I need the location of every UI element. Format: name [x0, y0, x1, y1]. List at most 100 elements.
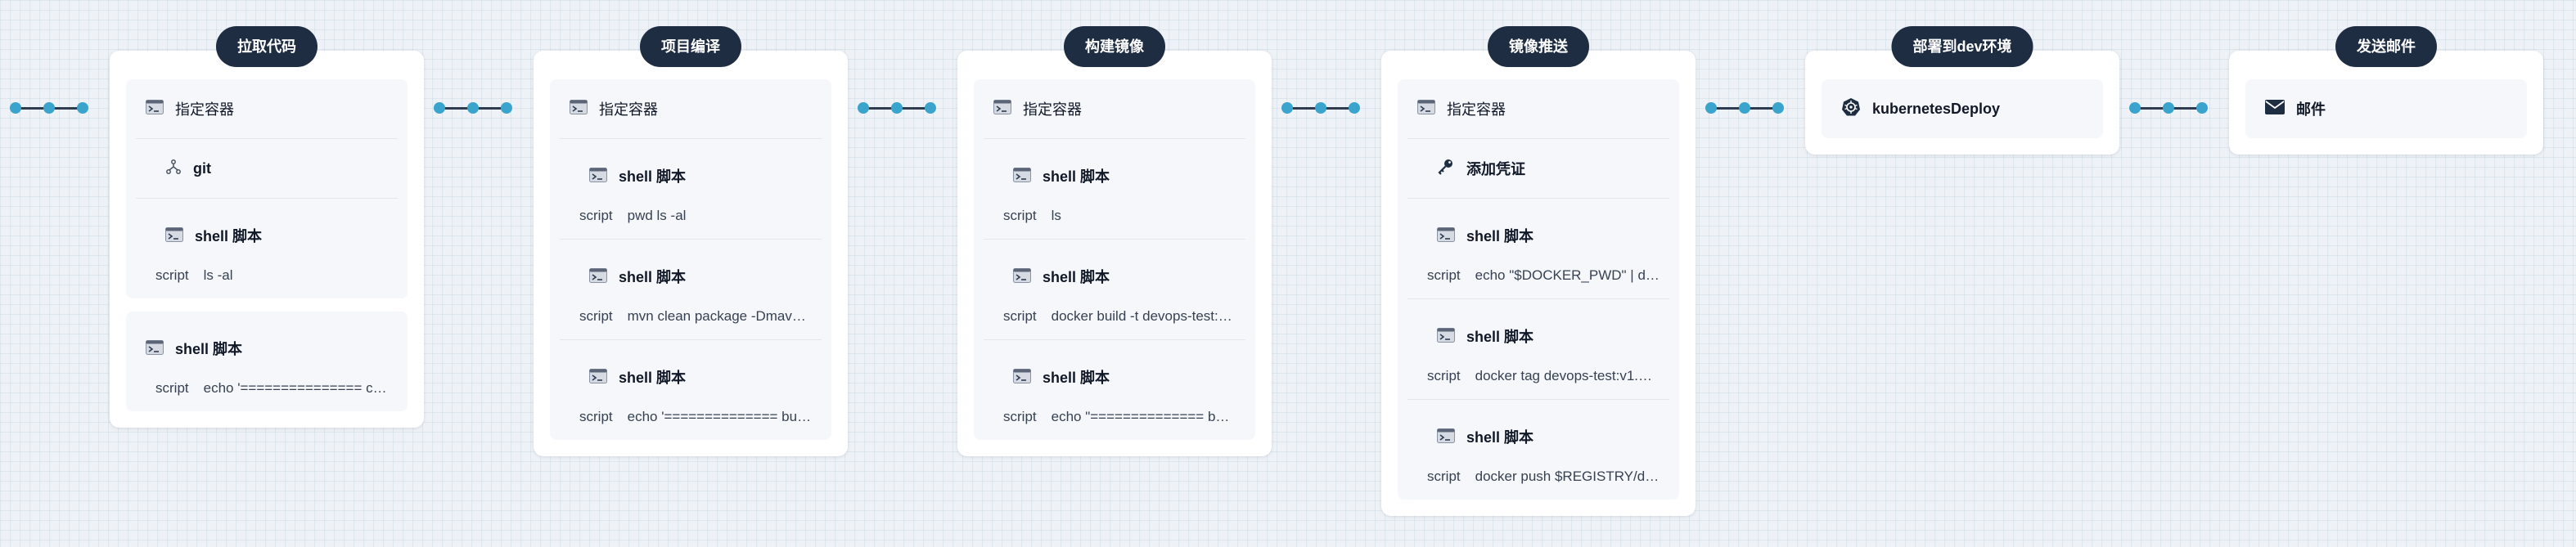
step-group: 指定容器 git shell 脚本 script ls -al — [126, 79, 408, 298]
terminal-icon — [589, 168, 607, 186]
container-step[interactable]: 指定容器 — [560, 79, 822, 138]
pipeline-stage: 发送邮件邮件 — [2229, 26, 2543, 155]
script-row: script mvn clean package -Dmaven.test.ski… — [570, 294, 812, 339]
stage-card: 指定容器 shell 脚本 script ls shell 脚本 script docker… — [957, 51, 1272, 456]
pipeline-stage: 构建镜像 指定容器 shell 脚本 script ls shell 脚本 script do… — [957, 26, 1272, 456]
script-value: docker tag devops-test:v1.0 $REGISTRY — [1475, 368, 1660, 383]
connector-dot — [43, 102, 55, 114]
terminal-icon — [1013, 369, 1031, 388]
stage-connector — [1705, 100, 1784, 116]
script-value: ls -al — [203, 267, 233, 283]
connector-dot — [10, 102, 21, 114]
connector-dot — [501, 102, 512, 114]
stage-title[interactable]: 构建镜像 — [1064, 26, 1165, 67]
step-label: git — [193, 159, 211, 177]
step-label: shell 脚本 — [1466, 329, 1534, 345]
script-key: script — [579, 208, 613, 223]
container-step[interactable]: 指定容器 — [136, 79, 398, 138]
shell-step[interactable]: shell 脚本 script docker tag devops-test:v1.… — [1407, 298, 1669, 399]
step-label: 指定容器 — [175, 101, 234, 118]
script-value: echo '============== build end =========… — [627, 409, 812, 424]
mail-step[interactable]: 邮件 — [2255, 79, 2517, 138]
script-value: ls — [1051, 208, 1061, 223]
script-key: script — [1003, 208, 1037, 223]
step-label: shell 脚本 — [1043, 269, 1110, 285]
shell-step[interactable]: shell 脚本 script echo '============== build… — [560, 339, 822, 440]
script-row: script echo '=============== clone end ==… — [146, 365, 388, 411]
stage-card: 指定容器 shell 脚本 script pwd ls -al shell 脚本 scri… — [534, 51, 848, 456]
connector-dot — [891, 102, 903, 114]
stage-connector — [10, 100, 88, 116]
pipeline-stage: 项目编译 指定容器 shell 脚本 script pwd ls -al shell 脚本… — [534, 26, 848, 456]
terminal-icon — [1437, 328, 1455, 347]
script-row: script docker build -t devops-test:v1.0 -… — [993, 294, 1236, 339]
step-label: shell 脚本 — [195, 228, 263, 244]
shell-step[interactable]: shell 脚本 script echo '=============== clon… — [136, 312, 398, 411]
stage-title[interactable]: 发送邮件 — [2335, 26, 2437, 67]
shell-step[interactable]: shell 脚本 script echo "$DOCKER_PWD" | docke… — [1407, 198, 1669, 298]
container-step[interactable]: 指定容器 — [1407, 79, 1669, 138]
git-step[interactable]: git — [136, 138, 398, 198]
git-branch-icon — [165, 159, 182, 179]
step-label: kubernetesDeploy — [1872, 100, 2001, 117]
kubernetes-icon — [1841, 97, 1861, 121]
script-row: script ls -al — [146, 253, 388, 298]
step-group: kubernetesDeploy — [1822, 79, 2103, 138]
terminal-icon — [1437, 227, 1455, 246]
step-label: shell 脚本 — [619, 168, 687, 185]
shell-step[interactable]: shell 脚本 script echo "============== build… — [984, 339, 1245, 440]
terminal-icon — [993, 99, 1011, 119]
kubernetes-step[interactable]: kubernetesDeploy — [1831, 79, 2093, 138]
step-label: shell 脚本 — [175, 341, 243, 357]
shell-step[interactable]: shell 脚本 script docker push $REGISTRY/devo… — [1407, 399, 1669, 500]
step-label: 指定容器 — [1447, 101, 1506, 118]
container-step[interactable]: 指定容器 — [984, 79, 1245, 138]
connector-dot — [1315, 102, 1326, 114]
connector-dot — [858, 102, 869, 114]
shell-step[interactable]: shell 脚本 script ls — [984, 138, 1245, 239]
shell-step[interactable]: shell 脚本 script ls -al — [136, 198, 398, 298]
shell-step[interactable]: shell 脚本 script mvn clean package -Dmaven.… — [560, 239, 822, 339]
terminal-icon — [165, 227, 183, 246]
terminal-icon — [589, 268, 607, 287]
script-row: script echo "============== build image e… — [993, 394, 1236, 440]
script-key: script — [579, 409, 613, 424]
step-group: 指定容器 shell 脚本 script ls shell 脚本 script docker… — [974, 79, 1255, 440]
stage-title[interactable]: 项目编译 — [640, 26, 741, 67]
mail-icon — [2265, 99, 2285, 119]
step-label: shell 脚本 — [619, 269, 687, 285]
step-group: 指定容器 添加凭证 shell 脚本 script echo "$DOCKER_PWD"… — [1398, 79, 1679, 500]
connector-dot — [1349, 102, 1360, 114]
step-label: shell 脚本 — [1466, 228, 1534, 244]
step-label: 邮件 — [2296, 101, 2326, 118]
connector-dot — [1739, 102, 1750, 114]
step-label: shell 脚本 — [619, 370, 687, 386]
stage-connector — [1281, 100, 1360, 116]
script-key: script — [1427, 469, 1461, 484]
terminal-icon — [570, 99, 588, 119]
stage-card: 指定容器 添加凭证 shell 脚本 script echo "$DOCKER_PWD"… — [1381, 51, 1696, 516]
step-label: shell 脚本 — [1466, 429, 1534, 446]
stage-connector — [434, 100, 512, 116]
script-key: script — [1427, 267, 1461, 283]
script-value: docker push $REGISTRY/devops-test:v1.0 — [1475, 469, 1660, 484]
connector-dot — [434, 102, 445, 114]
shell-step[interactable]: shell 脚本 script docker build -t devops-tes… — [984, 239, 1245, 339]
stage-title[interactable]: 部署到dev环境 — [1891, 26, 2033, 67]
connector-dot — [1705, 102, 1717, 114]
step-group: shell 脚本 script echo '=============== clon… — [126, 312, 408, 411]
stage-title[interactable]: 镜像推送 — [1488, 26, 1589, 67]
stage-connector — [2129, 100, 2208, 116]
shell-step[interactable]: shell 脚本 script pwd ls -al — [560, 138, 822, 239]
connector-dot — [2196, 102, 2208, 114]
connector-dot — [77, 102, 88, 114]
stage-title[interactable]: 拉取代码 — [216, 26, 317, 67]
key-icon — [1437, 158, 1455, 180]
script-value: docker build -t devops-test:v1.0 -f Dock… — [1051, 308, 1236, 324]
terminal-icon — [1437, 428, 1455, 447]
key-step[interactable]: 添加凭证 — [1407, 138, 1669, 198]
script-row: script ls — [993, 193, 1236, 239]
step-label: shell 脚本 — [1043, 168, 1110, 185]
script-key: script — [579, 308, 613, 324]
connector-dot — [2163, 102, 2174, 114]
